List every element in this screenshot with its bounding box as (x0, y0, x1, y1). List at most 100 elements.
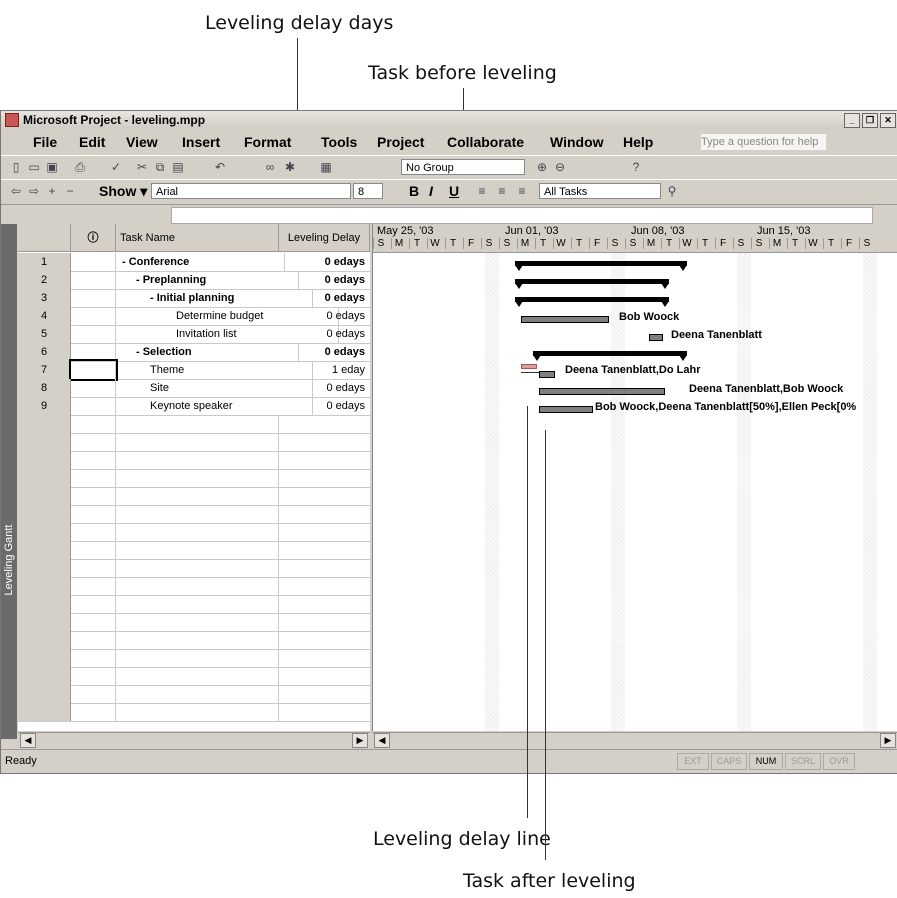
summary-bar-conference[interactable] (515, 261, 687, 271)
menu-collaborate[interactable]: Collaborate (447, 130, 524, 154)
leveling-delay-cell[interactable] (279, 505, 369, 523)
table-row[interactable]: 2 - Preplanning 0 edays (18, 271, 370, 290)
leveling-delay-cell[interactable] (279, 613, 369, 631)
task-name-cell[interactable]: - Conference (116, 253, 285, 271)
minimize-icon[interactable]: _ (844, 113, 860, 128)
table-row[interactable]: 4 Determine budget 0 edays (18, 307, 370, 326)
leveling-delay-cell[interactable]: 0 edays (279, 379, 369, 397)
scroll-right-icon[interactable]: ▶ (880, 733, 896, 748)
task-name-cell[interactable] (116, 595, 279, 613)
row-number[interactable]: 2 (18, 271, 71, 289)
table-row[interactable] (18, 469, 370, 488)
row-number[interactable] (18, 703, 71, 721)
table-row[interactable] (18, 613, 370, 632)
menu-view[interactable]: View (126, 130, 158, 154)
task-name-cell[interactable] (116, 667, 279, 685)
row-number[interactable] (18, 685, 71, 703)
leveling-delay-cell[interactable] (279, 487, 369, 505)
zoom-in-icon[interactable]: ⊕ (535, 160, 549, 174)
italic-button[interactable]: I (429, 183, 433, 199)
row-number[interactable] (18, 559, 71, 577)
leveling-delay-cell[interactable] (279, 451, 369, 469)
gantt-horizontal-scrollbar[interactable]: ◀ ▶ (372, 732, 897, 749)
leveling-delay-cell[interactable] (279, 631, 369, 649)
entry-field[interactable] (171, 207, 873, 224)
task-name-cell[interactable] (116, 433, 279, 451)
table-row[interactable] (18, 577, 370, 596)
table-row[interactable] (18, 559, 370, 578)
menu-edit[interactable]: Edit (79, 130, 105, 154)
row-number[interactable] (18, 433, 71, 451)
font-select[interactable]: Arial (151, 183, 351, 199)
task-bar-invitation-list[interactable] (649, 334, 663, 341)
table-row[interactable] (18, 415, 370, 434)
link-icon[interactable]: ∞ (263, 160, 277, 174)
task-name-cell[interactable] (116, 505, 279, 523)
row-number[interactable] (18, 487, 71, 505)
row-number[interactable]: 3 (18, 289, 71, 307)
row-number[interactable] (18, 469, 71, 487)
table-row[interactable] (18, 595, 370, 614)
row-number[interactable]: 6 (18, 343, 71, 361)
row-number[interactable] (18, 415, 71, 433)
table-row[interactable] (18, 451, 370, 470)
table-row[interactable] (18, 667, 370, 686)
split-icon[interactable]: ✱ (283, 160, 297, 174)
table-row[interactable] (18, 631, 370, 650)
table-row[interactable] (18, 433, 370, 452)
leveling-delay-cell[interactable]: 0 edays (279, 289, 369, 307)
row-number[interactable] (18, 541, 71, 559)
leveling-delay-cell[interactable] (279, 595, 369, 613)
show-subtasks-icon[interactable]: + (45, 184, 59, 198)
scroll-right-icon[interactable]: ▶ (352, 733, 368, 748)
autofilter-icon[interactable]: ⚲ (665, 184, 679, 198)
underline-button[interactable]: U (449, 183, 459, 199)
save-icon[interactable]: ▣ (45, 160, 59, 174)
leveling-delay-cell[interactable] (279, 523, 369, 541)
task-name-cell[interactable] (116, 451, 279, 469)
leveling-delay-cell[interactable] (279, 469, 369, 487)
align-right-icon[interactable]: ≡ (515, 184, 529, 198)
row-number[interactable]: 9 (18, 397, 71, 415)
row-number[interactable] (18, 649, 71, 667)
view-bar[interactable]: Leveling Gantt (1, 224, 17, 739)
leveling-delay-cell[interactable] (279, 577, 369, 595)
table-row[interactable]: 3- Initial planning 0 edays (18, 289, 370, 308)
menu-help[interactable]: Help (623, 130, 653, 154)
table-row[interactable]: 1 - Conference 0 edays (18, 253, 370, 272)
help-icon[interactable]: ? (629, 160, 643, 174)
task-name-cell[interactable] (116, 415, 279, 433)
header-leveling-delay[interactable]: Leveling Delay (279, 224, 370, 252)
restore-icon[interactable]: ❐ (862, 113, 878, 128)
table-row[interactable]: 7 Theme 1 eday (18, 359, 370, 381)
row-number[interactable] (18, 577, 71, 595)
menu-window[interactable]: Window (550, 130, 604, 154)
scroll-left-icon[interactable]: ◀ (374, 733, 390, 748)
leveling-delay-cell[interactable]: 0 edays (279, 397, 369, 415)
task-bar-keynote-speaker[interactable] (539, 406, 593, 413)
paste-icon[interactable]: ▤ (171, 160, 185, 174)
table-row[interactable]: 5 Invitation list 0 edays (18, 325, 370, 344)
task-name-cell[interactable] (116, 613, 279, 631)
filter-select[interactable]: All Tasks (539, 183, 661, 199)
menu-project[interactable]: Project (377, 130, 424, 154)
leveling-delay-cell[interactable]: 1 eday (279, 361, 369, 379)
print-icon[interactable]: ⎙ (73, 160, 87, 174)
summary-bar-initial-planning[interactable] (515, 297, 669, 307)
cut-icon[interactable]: ✂ (135, 160, 149, 174)
align-center-icon[interactable]: ≡ (495, 184, 509, 198)
task-name-cell[interactable] (116, 703, 279, 721)
row-number[interactable] (18, 595, 71, 613)
task-name-cell[interactable]: - Selection (116, 343, 299, 361)
spelling-icon[interactable]: ✓ (109, 160, 123, 174)
task-bar-determine-budget[interactable] (521, 316, 609, 323)
leveling-delay-cell[interactable] (279, 433, 369, 451)
table-horizontal-scrollbar[interactable]: ◀ ▶ (18, 732, 370, 749)
menu-tools[interactable]: Tools (321, 130, 357, 154)
size-select[interactable]: 8 (353, 183, 383, 199)
leveling-delay-cell[interactable]: 0 edays (279, 271, 369, 289)
copy-icon[interactable]: ⧉ (153, 160, 167, 174)
row-number[interactable] (18, 613, 71, 631)
table-row[interactable]: 6 - Selection 0 edays (18, 343, 370, 362)
table-row[interactable]: 9 Keynote speaker 0 edays (18, 397, 370, 416)
